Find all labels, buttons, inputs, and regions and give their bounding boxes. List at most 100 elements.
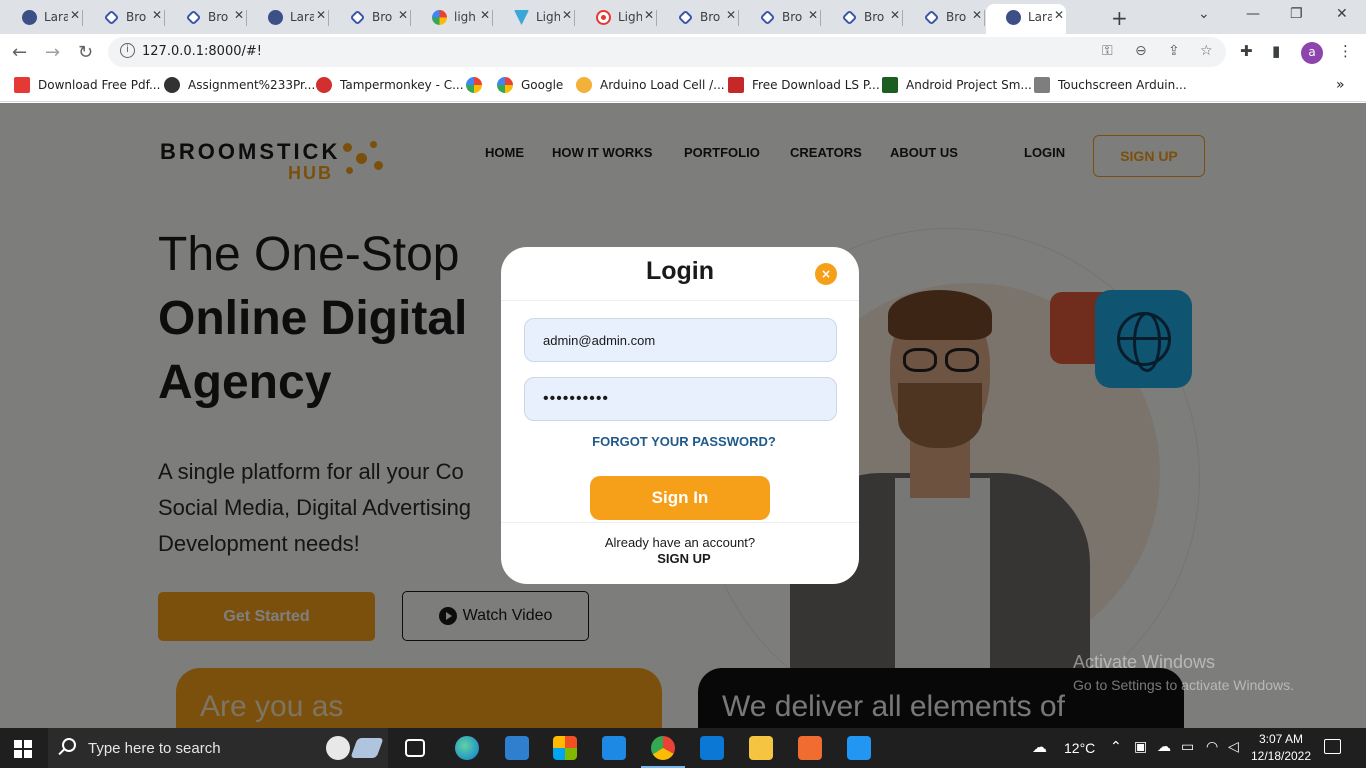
globe-icon (268, 10, 283, 25)
browser-tab[interactable]: ligh ✕ (412, 4, 493, 30)
tab-search-icon[interactable]: ⌄ (1198, 6, 1210, 22)
globe-icon (1006, 10, 1021, 25)
url-text[interactable]: 127.0.0.1:8000/#! (142, 44, 262, 59)
tab-close-icon[interactable]: ✕ (562, 8, 572, 22)
zoom-icon[interactable]: ⊖ (1135, 43, 1147, 59)
tab-title: ligh (454, 10, 476, 24)
bookmark-star-icon[interactable]: ☆ (1200, 43, 1213, 59)
tab-close-icon[interactable]: ✕ (480, 8, 490, 22)
share-icon[interactable]: ⇪ (1168, 43, 1180, 59)
chevron-up-icon[interactable]: ⌃ (1110, 739, 1122, 755)
browser-tab[interactable]: Ligh ✕ (576, 4, 657, 30)
side-panel-icon[interactable]: ▮ (1272, 42, 1280, 60)
chrome-icon[interactable] (641, 736, 685, 768)
more-bookmarks-icon[interactable]: » (1336, 77, 1345, 93)
tab-title: Bro (782, 10, 803, 24)
close-window-button[interactable]: ✕ (1336, 6, 1348, 22)
tab-title: Ligh (536, 10, 560, 24)
volume-icon[interactable]: ◁ (1228, 739, 1239, 755)
temperature[interactable]: 12°C (1064, 740, 1095, 756)
tab-close-icon[interactable]: ✕ (972, 8, 982, 22)
globe-icon (22, 10, 37, 25)
wifi-icon[interactable]: ◠ (1206, 739, 1218, 755)
browser-tab[interactable]: Bro ✕ (740, 4, 821, 30)
onedrive-icon[interactable]: ☁ (1157, 739, 1171, 755)
clock-time[interactable]: 3:07 AM (1250, 732, 1312, 746)
profile-avatar[interactable]: a (1301, 42, 1323, 64)
tab-title: Bro (700, 10, 721, 24)
broomstick-icon (349, 9, 366, 26)
tab-close-icon[interactable]: ✕ (70, 8, 80, 22)
browser-tab-strip: Lara ✕ Bro ✕ Bro ✕ Lara ✕ Bro ✕ ligh ✕ Ligh ✕ Ligh ✕ Bro… (0, 0, 1366, 34)
modal-signup-link[interactable]: SIGN UP (501, 551, 859, 566)
back-button[interactable]: ← (12, 42, 27, 63)
edge-icon[interactable] (455, 736, 479, 760)
restore-button[interactable]: ❐ (1290, 6, 1303, 22)
key-icon[interactable]: ⚿ (1102, 43, 1113, 59)
close-icon[interactable]: × (815, 263, 837, 285)
sign-in-button[interactable]: Sign In (590, 476, 770, 520)
taskbar-search-box[interactable]: Type here to search (48, 728, 388, 768)
weather-cloud-icon[interactable]: ☁ (1032, 738, 1047, 756)
bookmark-item[interactable]: Download Free Pdf... (14, 77, 160, 93)
browser-tab[interactable]: Bro ✕ (658, 4, 739, 30)
browser-tab[interactable]: Bro ✕ (822, 4, 903, 30)
xampp-icon[interactable] (798, 736, 822, 760)
browser-tab[interactable]: Bro ✕ (84, 4, 165, 30)
soccer-ball-icon (326, 736, 350, 760)
bookmark-item[interactable]: Android Project Sm... (882, 77, 1032, 93)
bookmark-item[interactable]: Touchscreen Arduin... (1034, 77, 1187, 93)
tab-title: Ligh (618, 10, 642, 24)
email-field[interactable] (524, 318, 837, 362)
browser-tab[interactable]: Lara ✕ (986, 4, 1066, 34)
mail-icon[interactable] (602, 736, 626, 760)
tab-close-icon[interactable]: ✕ (890, 8, 900, 22)
bookmark-item[interactable]: Tampermonkey - C... (316, 77, 464, 93)
browser-tab[interactable]: Lara ✕ (248, 4, 329, 30)
browser-tab[interactable]: Lara ✕ (2, 4, 83, 30)
notification-icon[interactable] (1324, 739, 1341, 754)
bookmark-item[interactable]: Google (497, 77, 563, 93)
bookmark-item[interactable] (466, 77, 490, 93)
site-info-icon[interactable]: i (120, 43, 135, 58)
modal-title: Login (645, 257, 715, 285)
tab-close-icon[interactable]: ✕ (1054, 8, 1064, 22)
store-icon[interactable] (553, 736, 577, 760)
tab-close-icon[interactable]: ✕ (726, 8, 736, 22)
globe-icon (164, 77, 180, 93)
address-bar[interactable]: i 127.0.0.1:8000/#! ⚿ ⊖ ⇪ ☆ (108, 37, 1226, 67)
new-tab-button[interactable]: + (1111, 6, 1128, 30)
reload-button[interactable]: ↻ (78, 42, 93, 63)
task-view-icon[interactable] (405, 739, 425, 757)
broomstick-icon (185, 9, 202, 26)
vscode-icon[interactable] (700, 736, 724, 760)
tab-close-icon[interactable]: ✕ (644, 8, 654, 22)
battery-icon[interactable]: ▭ (1181, 739, 1194, 755)
windows-start-icon[interactable] (14, 740, 32, 758)
clock-date[interactable]: 12/18/2022 (1246, 749, 1316, 763)
browser-tab[interactable]: Bro ✕ (330, 4, 411, 30)
extensions-icon[interactable]: ✚ (1240, 42, 1253, 60)
tab-close-icon[interactable]: ✕ (234, 8, 244, 22)
password-field[interactable] (524, 377, 837, 421)
tab-close-icon[interactable]: ✕ (808, 8, 818, 22)
menu-icon[interactable]: ⋮ (1338, 42, 1353, 60)
tab-close-icon[interactable]: ✕ (316, 8, 326, 22)
tampermonkey-icon (316, 77, 332, 93)
bookmark-item[interactable]: Assignment%233Pr... (164, 77, 315, 93)
zoom-video-icon[interactable] (847, 736, 871, 760)
tab-title: Bro (372, 10, 393, 24)
file-explorer-icon[interactable] (749, 736, 773, 760)
browser-tab[interactable]: Ligh ✕ (494, 4, 575, 30)
minimize-button[interactable]: — (1246, 6, 1260, 22)
tab-close-icon[interactable]: ✕ (398, 8, 408, 22)
forward-button[interactable]: → (45, 42, 60, 63)
meet-now-icon[interactable]: ▣ (1134, 739, 1147, 755)
bookmark-item[interactable]: Free Download LS P... (728, 77, 880, 93)
bookmark-item[interactable]: Arduino Load Cell /... (576, 77, 725, 93)
forgot-password-link[interactable]: FORGOT YOUR PASSWORD? (501, 434, 859, 449)
browser-tab[interactable]: Bro ✕ (166, 4, 247, 30)
tab-close-icon[interactable]: ✕ (152, 8, 162, 22)
pc-icon[interactable] (505, 736, 529, 760)
browser-tab[interactable]: Bro ✕ (904, 4, 985, 30)
